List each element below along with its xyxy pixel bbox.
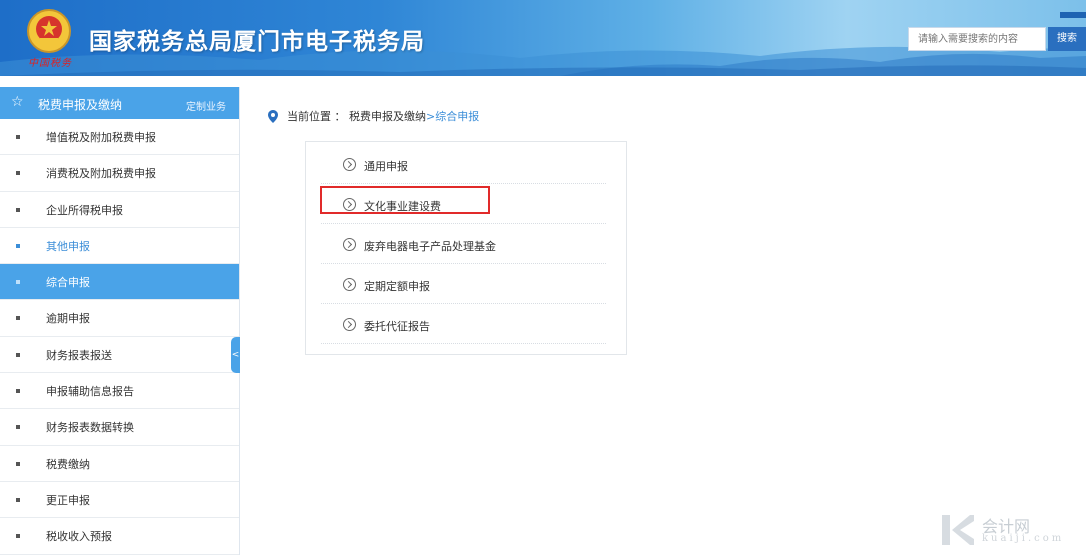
menu-item-general-declaration[interactable]: 通用申报 [321, 144, 606, 184]
bullet-icon [16, 389, 20, 394]
bullet-icon [16, 316, 20, 321]
site-header: 中国税务 国家税务总局厦门市电子税务局 搜索 [0, 0, 1086, 76]
bullet-icon [16, 497, 20, 502]
sidebar-item-label: 消费税及附加税费申报 [46, 167, 156, 181]
sidebar-item[interactable]: 申报辅助信息报告 [0, 373, 239, 410]
highlight-box [320, 186, 490, 214]
sidebar-item[interactable]: 企业所得税申报 [0, 191, 239, 228]
breadcrumb: 当前位置 ： 税费申报及缴纳>综合申报 [268, 108, 479, 124]
sidebar-item-label: 综合申报 [46, 276, 90, 290]
sidebar: ☆ 税费申报及缴纳 定制业务 增值税及附加税费申报 消费税及附加税费申报 企业所得税… [0, 87, 240, 555]
chevron-right-circle-icon [343, 238, 356, 251]
tax-emblem-icon [27, 9, 71, 53]
sidebar-item-label: 增值税及附加税费申报 [46, 131, 156, 144]
chevron-right-circle-icon [343, 158, 356, 171]
sidebar-header: ☆ 税费申报及缴纳 定制业务 [0, 87, 239, 119]
bullet-icon [16, 171, 20, 176]
sidebar-item[interactable]: 财务报表报送 [0, 336, 239, 374]
menu-item-entrusted-collection-report[interactable]: 委托代征报告 [321, 304, 606, 344]
header-corner-tab [1060, 12, 1086, 18]
menu-item-fixed-quota-declaration[interactable]: 定期定额申报 [321, 264, 606, 304]
bullet-icon [16, 461, 20, 466]
sidebar-item[interactable]: 其他申报 [0, 227, 239, 265]
bullet-icon [16, 243, 20, 248]
sidebar-item-label: 申报辅助信息报告 [46, 385, 134, 399]
declaration-menu-panel: 通用申报 文化事业建设费 废弃电器电子产品处理基金 定期定额申报 委托代征报告 [305, 141, 627, 355]
location-pin-icon [268, 109, 278, 123]
breadcrumb-current: >综合申报 [426, 110, 480, 123]
star-icon[interactable]: ☆ [11, 95, 24, 109]
menu-item-label: 定期定额申报 [364, 280, 430, 293]
bullet-icon [16, 534, 20, 539]
search-input[interactable] [908, 27, 1046, 51]
sidebar-item[interactable]: 税费缴纳 [0, 445, 239, 482]
sidebar-item[interactable]: 税收收入预报 [0, 518, 239, 555]
watermark-subtext: kuaiji.com [982, 533, 1065, 544]
menu-item-label: 通用申报 [364, 160, 408, 173]
slogan-text: 中国税务 [28, 58, 72, 69]
chevron-right-circle-icon [343, 278, 356, 291]
sidebar-item[interactable]: 逾期申报 [0, 300, 239, 337]
sidebar-item-label: 税费缴纳 [46, 457, 90, 471]
menu-item-waste-electronics-fund[interactable]: 废弃电器电子产品处理基金 [321, 224, 606, 264]
collapse-sidebar-handle[interactable]: < [231, 337, 240, 373]
sidebar-item-label: 企业所得税申报 [46, 203, 123, 217]
chevron-right-circle-icon [343, 318, 356, 331]
bullet-icon [16, 280, 20, 285]
sidebar-item[interactable]: 财务报表数据转换 [0, 409, 239, 446]
sidebar-item-label: 税收收入预报 [46, 530, 112, 544]
search-button[interactable]: 搜索 [1048, 27, 1086, 51]
sidebar-title: 税费申报及缴纳 [38, 98, 123, 112]
sidebar-item-label: 其他申报 [46, 239, 90, 253]
kuaiji-logo-icon [942, 515, 974, 545]
bullet-icon [16, 352, 20, 357]
sidebar-item[interactable]: 增值税及附加税费申报 [0, 119, 239, 156]
sidebar-item-label: 财务报表报送 [46, 348, 112, 362]
sidebar-item[interactable]: 综合申报 [0, 264, 239, 301]
menu-item-label: 废弃电器电子产品处理基金 [364, 240, 496, 253]
sidebar-list: 增值税及附加税费申报 消费税及附加税费申报 企业所得税申报 其他申报综合申报逾期申报财… [0, 119, 239, 555]
sidebar-item[interactable]: 消费税及附加税费申报 [0, 155, 239, 192]
sidebar-item[interactable]: 更正申报 [0, 481, 239, 519]
bullet-icon [16, 425, 20, 430]
sidebar-item-label: 逾期申报 [46, 312, 90, 326]
breadcrumb-parent[interactable]: 税费申报及缴纳 [349, 110, 426, 123]
bullet-icon [16, 135, 20, 139]
sidebar-item-label: 更正申报 [46, 493, 90, 507]
menu-item-label: 委托代征报告 [364, 320, 430, 333]
breadcrumb-prefix: 当前位置 ： [287, 110, 346, 123]
sidebar-item-label: 财务报表数据转换 [46, 421, 134, 435]
bullet-icon [16, 207, 20, 212]
custom-business-link[interactable]: 定制业务 [186, 98, 226, 113]
site-title: 国家税务总局厦门市电子税务局 [89, 29, 425, 55]
